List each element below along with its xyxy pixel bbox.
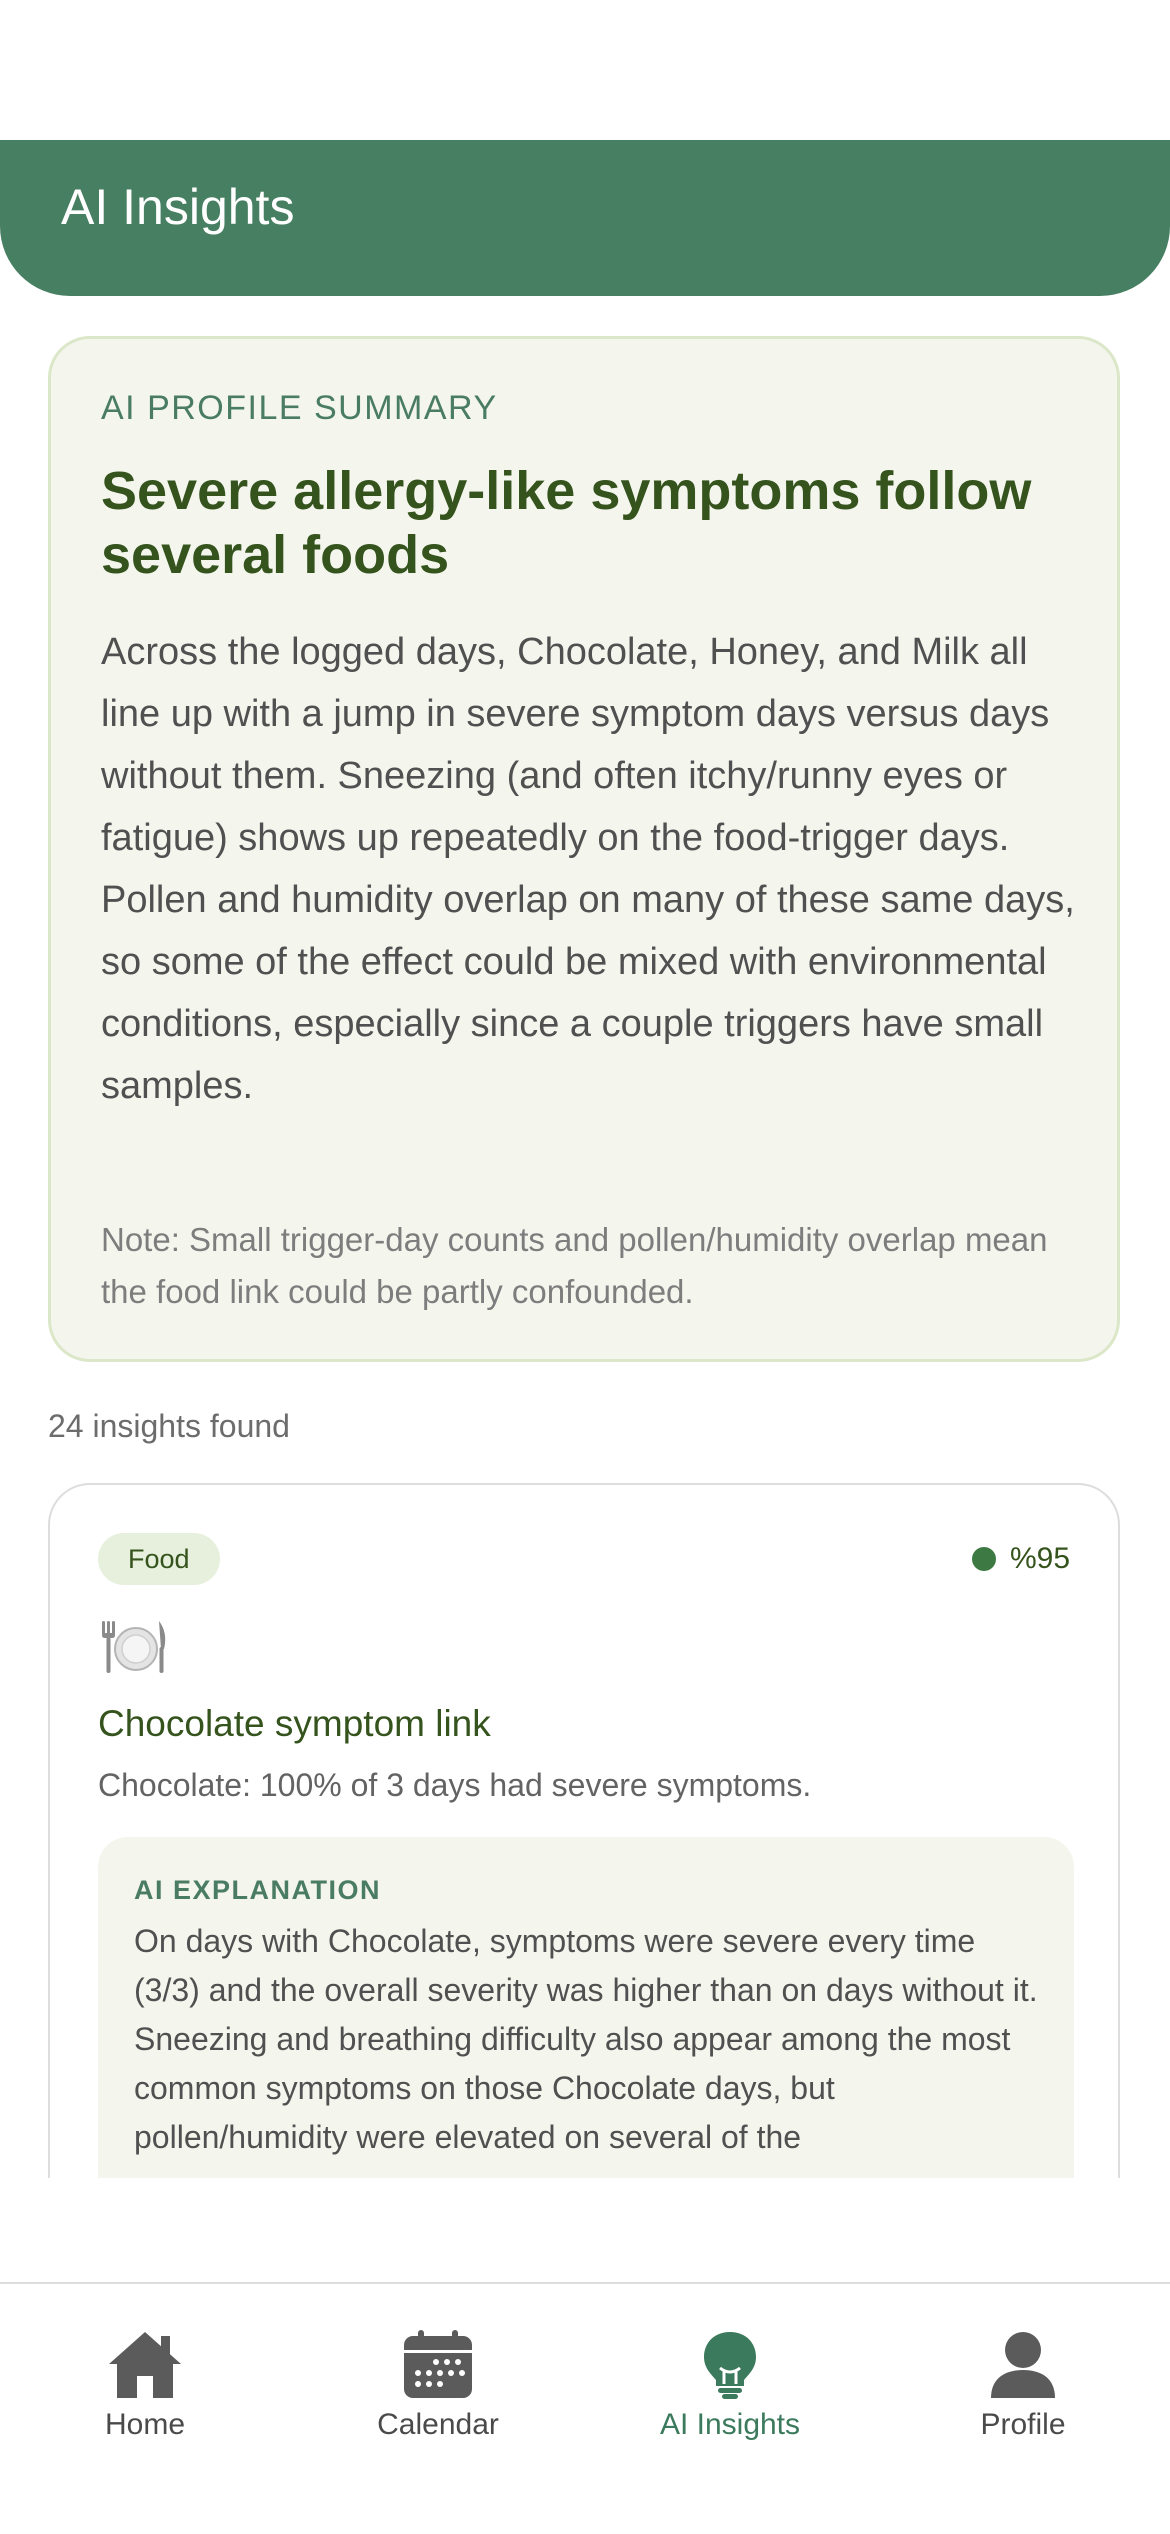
insight-title: Chocolate symptom link [98,1703,491,1744]
plate-with-cutlery-icon [102,1621,166,1673]
tab-calendar[interactable]: Calendar [308,2330,568,2450]
ai-profile-summary-card: AI PROFILE SUMMARY Severe allergy-like s… [48,336,1120,1362]
calendar-icon [404,2330,472,2398]
page-title: AI Insights [61,179,295,235]
insights-scroll-area[interactable]: AI PROFILE SUMMARY Severe allergy-like s… [0,296,1170,2178]
lightbulb-icon [704,2332,756,2399]
summary-note: Note: Small trigger-day counts and polle… [101,1221,1048,1310]
insights-count: 24 insights found [48,1408,290,1444]
category-badge: Food [98,1533,220,1585]
summary-title: Severe allergy-like symptoms follow seve… [101,461,1032,585]
tab-home[interactable]: Home [15,2330,275,2450]
tab-ai-insights-label: AI Insights [659,2408,801,2441]
confidence-dot-icon [971,1547,996,1571]
tab-home-label: Home [104,2408,186,2441]
confidence-indicator: %95 [971,1539,1070,1579]
ai-explanation-text: On days with Chocolate, symptoms were se… [134,1923,1038,2155]
ai-explanation-box: AI EXPLANATION On days with Chocolate, s… [98,1837,1074,2178]
home-icon [109,2332,181,2398]
insight-card[interactable]: Food %95 Chocolate symptom link Chocolat… [48,1483,1120,2178]
tab-profile[interactable]: Profile [893,2330,1153,2450]
ai-explanation-label: AI EXPLANATION [134,1875,382,1905]
profile-icon [991,2332,1055,2398]
confidence-value: %95 [1009,1542,1070,1575]
tab-profile-label: Profile [980,2408,1066,2441]
tab-ai-insights[interactable]: AI Insights [600,2330,860,2450]
summary-eyebrow: AI PROFILE SUMMARY [101,389,498,427]
bottom-tab-bar: Home Calendar AI Insights Profile [0,2282,1170,2534]
insight-summary: Chocolate: 100% of 3 days had severe sym… [98,1767,812,1803]
tab-calendar-label: Calendar [377,2408,499,2441]
app-header: AI Insights [0,140,1170,296]
summary-body: Across the logged days, Chocolate, Honey… [101,631,1075,1107]
